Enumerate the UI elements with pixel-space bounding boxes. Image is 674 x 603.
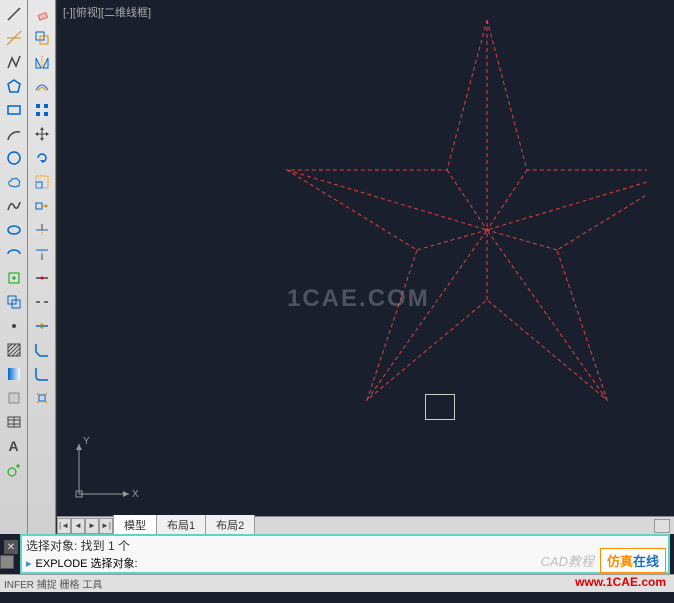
- join-icon[interactable]: [30, 315, 54, 337]
- multiline-text-icon[interactable]: A: [2, 435, 26, 457]
- region-icon[interactable]: [2, 387, 26, 409]
- extend-icon[interactable]: [30, 243, 54, 265]
- layout-tab-bar: |◄ ◄ ► ►| 模型 布局1 布局2: [57, 516, 674, 534]
- point-icon[interactable]: [2, 315, 26, 337]
- trim-icon[interactable]: [30, 219, 54, 241]
- spline-icon[interactable]: [2, 195, 26, 217]
- watermark-text1: CAD教程: [541, 551, 594, 570]
- ucs-y-label: Y: [83, 436, 90, 447]
- scale-icon[interactable]: [30, 171, 54, 193]
- explode-icon[interactable]: [30, 387, 54, 409]
- modify-toolbar: [28, 0, 56, 534]
- fillet-icon[interactable]: [30, 363, 54, 385]
- ucs-icon: X Y: [69, 434, 139, 504]
- crosshair-cursor: [425, 394, 455, 420]
- line-icon[interactable]: [2, 3, 26, 25]
- table-icon[interactable]: [2, 411, 26, 433]
- command-panel-handle[interactable]: [0, 555, 14, 569]
- array-icon[interactable]: [30, 99, 54, 121]
- command-prompt-text: EXPLODE 选择对象:: [36, 555, 138, 571]
- star-drawing: [207, 20, 647, 420]
- polyline-icon[interactable]: [2, 51, 26, 73]
- drawing-canvas[interactable]: [-][俯视][二维线框] 1CAE.COM: [56, 0, 674, 534]
- watermark-box: 仿真在线: [600, 548, 666, 573]
- make-block-icon[interactable]: [2, 291, 26, 313]
- watermark-right: CAD教程 仿真在线: [541, 548, 666, 573]
- command-prompt-icon: ▸: [26, 557, 32, 570]
- hatch-icon[interactable]: [2, 339, 26, 361]
- tab-nav-prev[interactable]: ◄: [71, 518, 85, 534]
- main-container: A [-][俯视][二维线框]: [0, 0, 674, 534]
- gradient-icon[interactable]: [2, 363, 26, 385]
- watermark-url: www.1CAE.com: [575, 575, 666, 589]
- circle-icon[interactable]: [2, 147, 26, 169]
- tab-layout1[interactable]: 布局1: [156, 515, 206, 536]
- ellipse-arc-icon[interactable]: [2, 243, 26, 265]
- tab-nav-first[interactable]: |◄: [57, 518, 71, 534]
- add-selected-icon[interactable]: [2, 459, 26, 481]
- tab-nav-next[interactable]: ►: [85, 518, 99, 534]
- polygon-icon[interactable]: [2, 75, 26, 97]
- revision-cloud-icon[interactable]: [2, 171, 26, 193]
- rotate-icon[interactable]: [30, 147, 54, 169]
- copy-icon[interactable]: [30, 27, 54, 49]
- move-icon[interactable]: [30, 123, 54, 145]
- offset-icon[interactable]: [30, 75, 54, 97]
- close-command-panel-icon[interactable]: ✕: [4, 540, 18, 554]
- mirror-icon[interactable]: [30, 51, 54, 73]
- ucs-x-label: X: [132, 489, 139, 500]
- chamfer-icon[interactable]: [30, 339, 54, 361]
- tab-nav-last[interactable]: ►|: [99, 518, 113, 534]
- status-text: INFER 捕捉 栅格 工具: [4, 576, 102, 591]
- tab-model[interactable]: 模型: [113, 515, 157, 536]
- rectangle-icon[interactable]: [2, 99, 26, 121]
- scroll-right-icon[interactable]: [654, 519, 670, 533]
- stretch-icon[interactable]: [30, 195, 54, 217]
- erase-icon[interactable]: [30, 3, 54, 25]
- arc-icon[interactable]: [2, 123, 26, 145]
- insert-block-icon[interactable]: [2, 267, 26, 289]
- tab-layout2[interactable]: 布局2: [205, 515, 255, 536]
- ellipse-icon[interactable]: [2, 219, 26, 241]
- status-bar: INFER 捕捉 栅格 工具: [0, 574, 674, 592]
- break-at-point-icon[interactable]: [30, 267, 54, 289]
- watermark-center: 1CAE.COM: [287, 285, 430, 313]
- viewport-label[interactable]: [-][俯视][二维线框]: [63, 4, 151, 20]
- break-icon[interactable]: [30, 291, 54, 313]
- draw-toolbar: A: [0, 0, 28, 534]
- construction-line-icon[interactable]: [2, 27, 26, 49]
